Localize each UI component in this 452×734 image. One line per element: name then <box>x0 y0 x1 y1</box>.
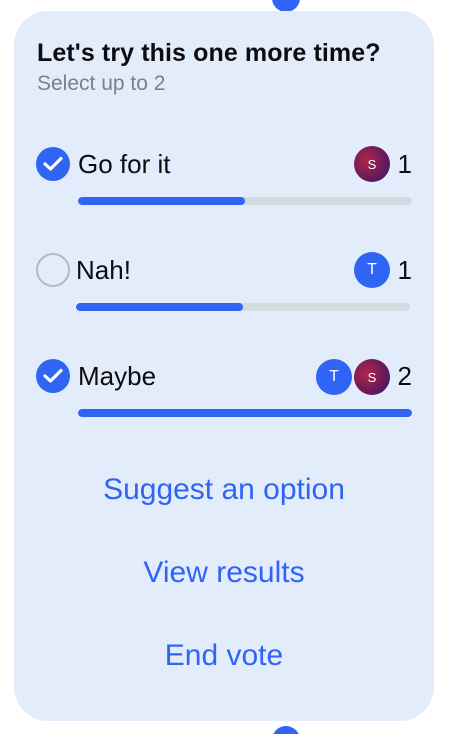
progress-bar <box>78 197 412 205</box>
progress-fill <box>76 303 243 311</box>
avatar <box>272 726 300 734</box>
option-label: Go for it <box>78 149 171 179</box>
checkmark-icon[interactable] <box>36 359 70 393</box>
vote-count: 2 <box>397 361 412 391</box>
voter-avatar: S <box>354 359 390 395</box>
progress-fill <box>78 409 412 417</box>
poll-option-maybe[interactable]: Maybe T S 2 <box>14 358 434 438</box>
suggest-option-button[interactable]: Suggest an option <box>14 473 434 507</box>
option-label: Maybe <box>78 361 157 391</box>
voter-avatars: T S <box>316 359 390 395</box>
progress-bar <box>76 303 410 311</box>
voter-avatars: T <box>354 252 390 288</box>
progress-fill <box>78 197 245 205</box>
progress-bar <box>78 409 412 417</box>
poll-option-go-for-it[interactable]: Go for it S 1 <box>14 145 434 225</box>
chat-view: Let's try this one more time? Select up … <box>0 0 452 734</box>
vote-count: 1 <box>397 255 412 285</box>
vote-count: 1 <box>397 149 412 179</box>
poll-card: Let's try this one more time? Select up … <box>14 11 434 721</box>
voter-avatar: S <box>354 146 390 182</box>
poll-title: Let's try this one more time? <box>37 39 381 67</box>
poll-subtitle: Select up to 2 <box>37 72 166 95</box>
voter-avatars: S <box>354 146 390 182</box>
voter-avatar: T <box>354 252 390 288</box>
radio-empty-icon[interactable] <box>36 253 70 287</box>
view-results-button[interactable]: View results <box>14 556 434 590</box>
poll-option-nah[interactable]: Nah! T 1 <box>14 251 434 331</box>
option-label: Nah! <box>76 255 131 285</box>
checkmark-icon[interactable] <box>36 147 70 181</box>
voter-avatar: T <box>316 359 352 395</box>
end-vote-button[interactable]: End vote <box>14 639 434 673</box>
